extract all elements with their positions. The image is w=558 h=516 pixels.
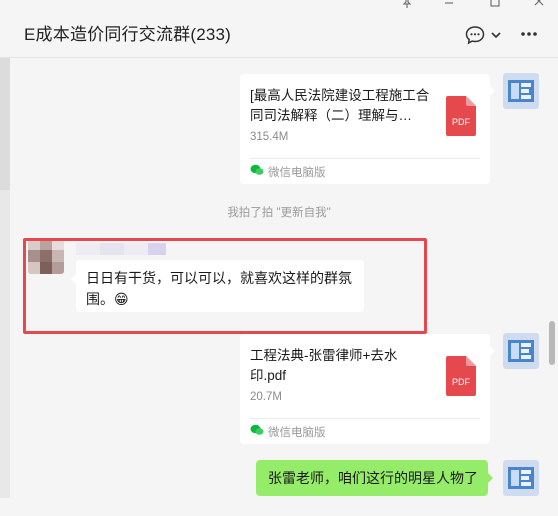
file-name: 工程法典-张雷律师+去水印.pdf	[250, 348, 398, 383]
vertical-scrollbar[interactable]	[549, 321, 555, 365]
my-avatar[interactable]	[503, 333, 539, 369]
file-size: 20.7M	[250, 391, 282, 403]
more-options-icon[interactable]	[519, 27, 539, 46]
chevron-down-icon[interactable]	[490, 28, 502, 46]
file-name: [最高人民法院建设工程施工合同司法解释（二）理解与…	[250, 88, 430, 123]
left-panel-edge	[0, 58, 10, 498]
card-source: 微信电脑版	[250, 164, 326, 180]
pdf-file-icon: PDF	[446, 356, 476, 396]
pin-icon[interactable]	[398, 0, 416, 11]
file-size: 315.4M	[250, 131, 289, 143]
file-message-card[interactable]: [最高人民法院建设工程施工合同司法解释（二）理解与… 315.4M PDF 微信…	[240, 74, 490, 184]
pdf-file-icon: PDF	[446, 96, 476, 136]
my-avatar[interactable]	[503, 460, 539, 496]
message-text: 张雷老师，咱们这行的明星人物了	[268, 470, 478, 486]
highlight-annotation	[23, 238, 427, 334]
maximize-icon[interactable]	[486, 0, 504, 11]
chat-header: E成本造价同行交流群(233)	[0, 14, 558, 58]
svg-text:PDF: PDF	[452, 377, 471, 387]
outgoing-message-bubble[interactable]: 张雷老师，咱们这行的明星人物了	[256, 460, 493, 496]
minimize-icon[interactable]	[440, 0, 458, 11]
wechat-icon	[250, 423, 264, 441]
card-source: 微信电脑版	[250, 424, 326, 440]
my-avatar[interactable]	[503, 73, 539, 109]
system-message: 我拍了拍 "更新自我"	[227, 207, 331, 219]
chat-bubble-icon[interactable]	[464, 24, 486, 51]
window-title-bar	[0, 0, 558, 14]
wechat-icon	[250, 163, 264, 181]
close-icon[interactable]	[530, 0, 548, 11]
svg-text:PDF: PDF	[452, 117, 471, 127]
file-message-card[interactable]: 工程法典-张雷律师+去水印.pdf 20.7M PDF 微信电脑版	[240, 334, 490, 444]
chat-title: E成本造价同行交流群(233)	[24, 25, 232, 44]
